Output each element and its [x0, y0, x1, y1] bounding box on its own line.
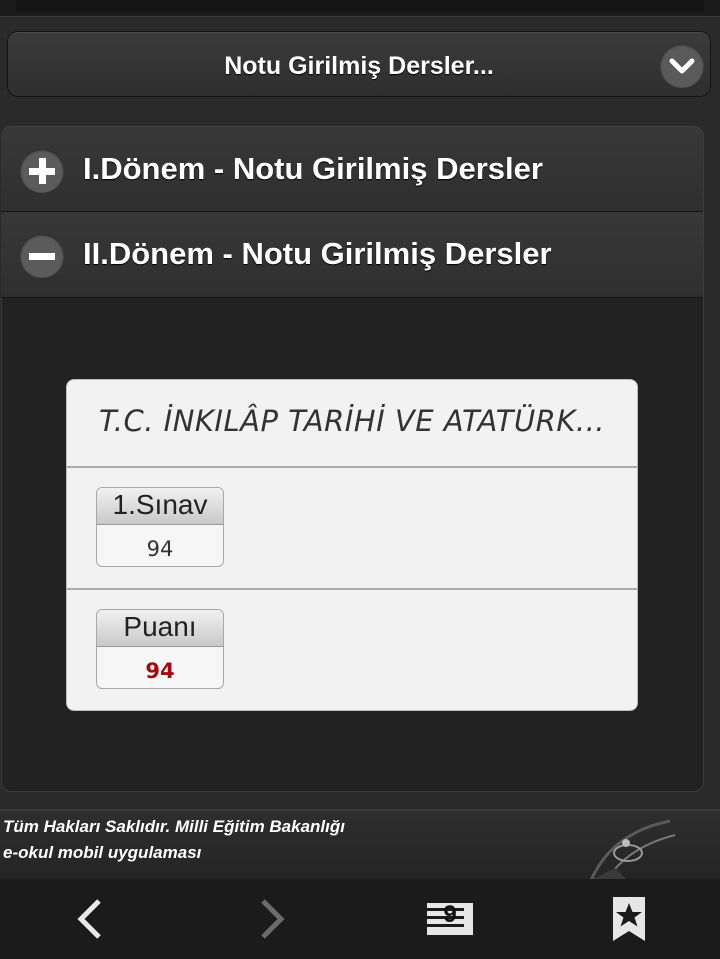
grade-box-exam-1: 1.Sınav 94: [96, 487, 224, 567]
accordion-header-term-2[interactable]: II.Dönem - Notu Girilmiş Dersler: [1, 212, 703, 298]
chevron-right-icon: [261, 899, 285, 939]
footer-copyright: Tüm Hakları Saklıdır. Milli Eğitim Bakan…: [3, 817, 345, 836]
footer: Tüm Hakları Saklıdır. Milli Eğitim Bakan…: [0, 809, 720, 881]
plus-icon: [20, 149, 64, 193]
grade-row: 1.Sınav 94: [67, 467, 637, 590]
tabs-button[interactable]: 9: [410, 879, 490, 959]
grade-value: 94: [146, 537, 174, 561]
minus-icon: [20, 234, 64, 278]
chevron-down-icon[interactable]: [660, 44, 704, 88]
course-card: T.C. İNKILÂP TARİHİ VE ATATÜRK... 1.Sına…: [66, 379, 638, 711]
grade-value: 94: [145, 659, 175, 683]
bookmark-button[interactable]: [589, 879, 669, 959]
accordion-label: I.Dönem - Notu Girilmiş Dersler: [83, 151, 543, 186]
accordion-label: II.Dönem - Notu Girilmiş Dersler: [83, 236, 552, 271]
select-value: Notu Girilmiş Dersler...: [224, 52, 494, 80]
course-title-text: T.C. İNKILÂP TARİHİ VE ATATÜRK...: [98, 404, 606, 438]
chevron-left-icon: [77, 899, 101, 939]
tabs-count: 9: [443, 901, 457, 928]
back-button[interactable]: [51, 879, 131, 959]
grade-label: 1.Sınav: [97, 488, 223, 525]
top-bar: [0, 0, 720, 17]
grade-box-score: Puanı 94: [96, 609, 224, 689]
bottom-navigation-bar: 9: [0, 879, 720, 959]
grade-label: Puanı: [97, 610, 223, 647]
bookmark-star-icon: [613, 897, 645, 941]
grade-row: Puanı 94: [67, 589, 637, 710]
accordion-header-term-1[interactable]: I.Dönem - Notu Girilmiş Dersler: [1, 126, 703, 212]
ministry-logo-icon: [570, 813, 690, 881]
forward-button[interactable]: [231, 879, 311, 959]
course-filter-select[interactable]: Notu Girilmiş Dersler...: [7, 31, 711, 97]
footer-app-name: e-okul mobil uygulaması: [3, 843, 202, 862]
top-bar-strip: [16, 0, 704, 12]
course-title: T.C. İNKILÂP TARİHİ VE ATATÜRK...: [67, 380, 637, 468]
